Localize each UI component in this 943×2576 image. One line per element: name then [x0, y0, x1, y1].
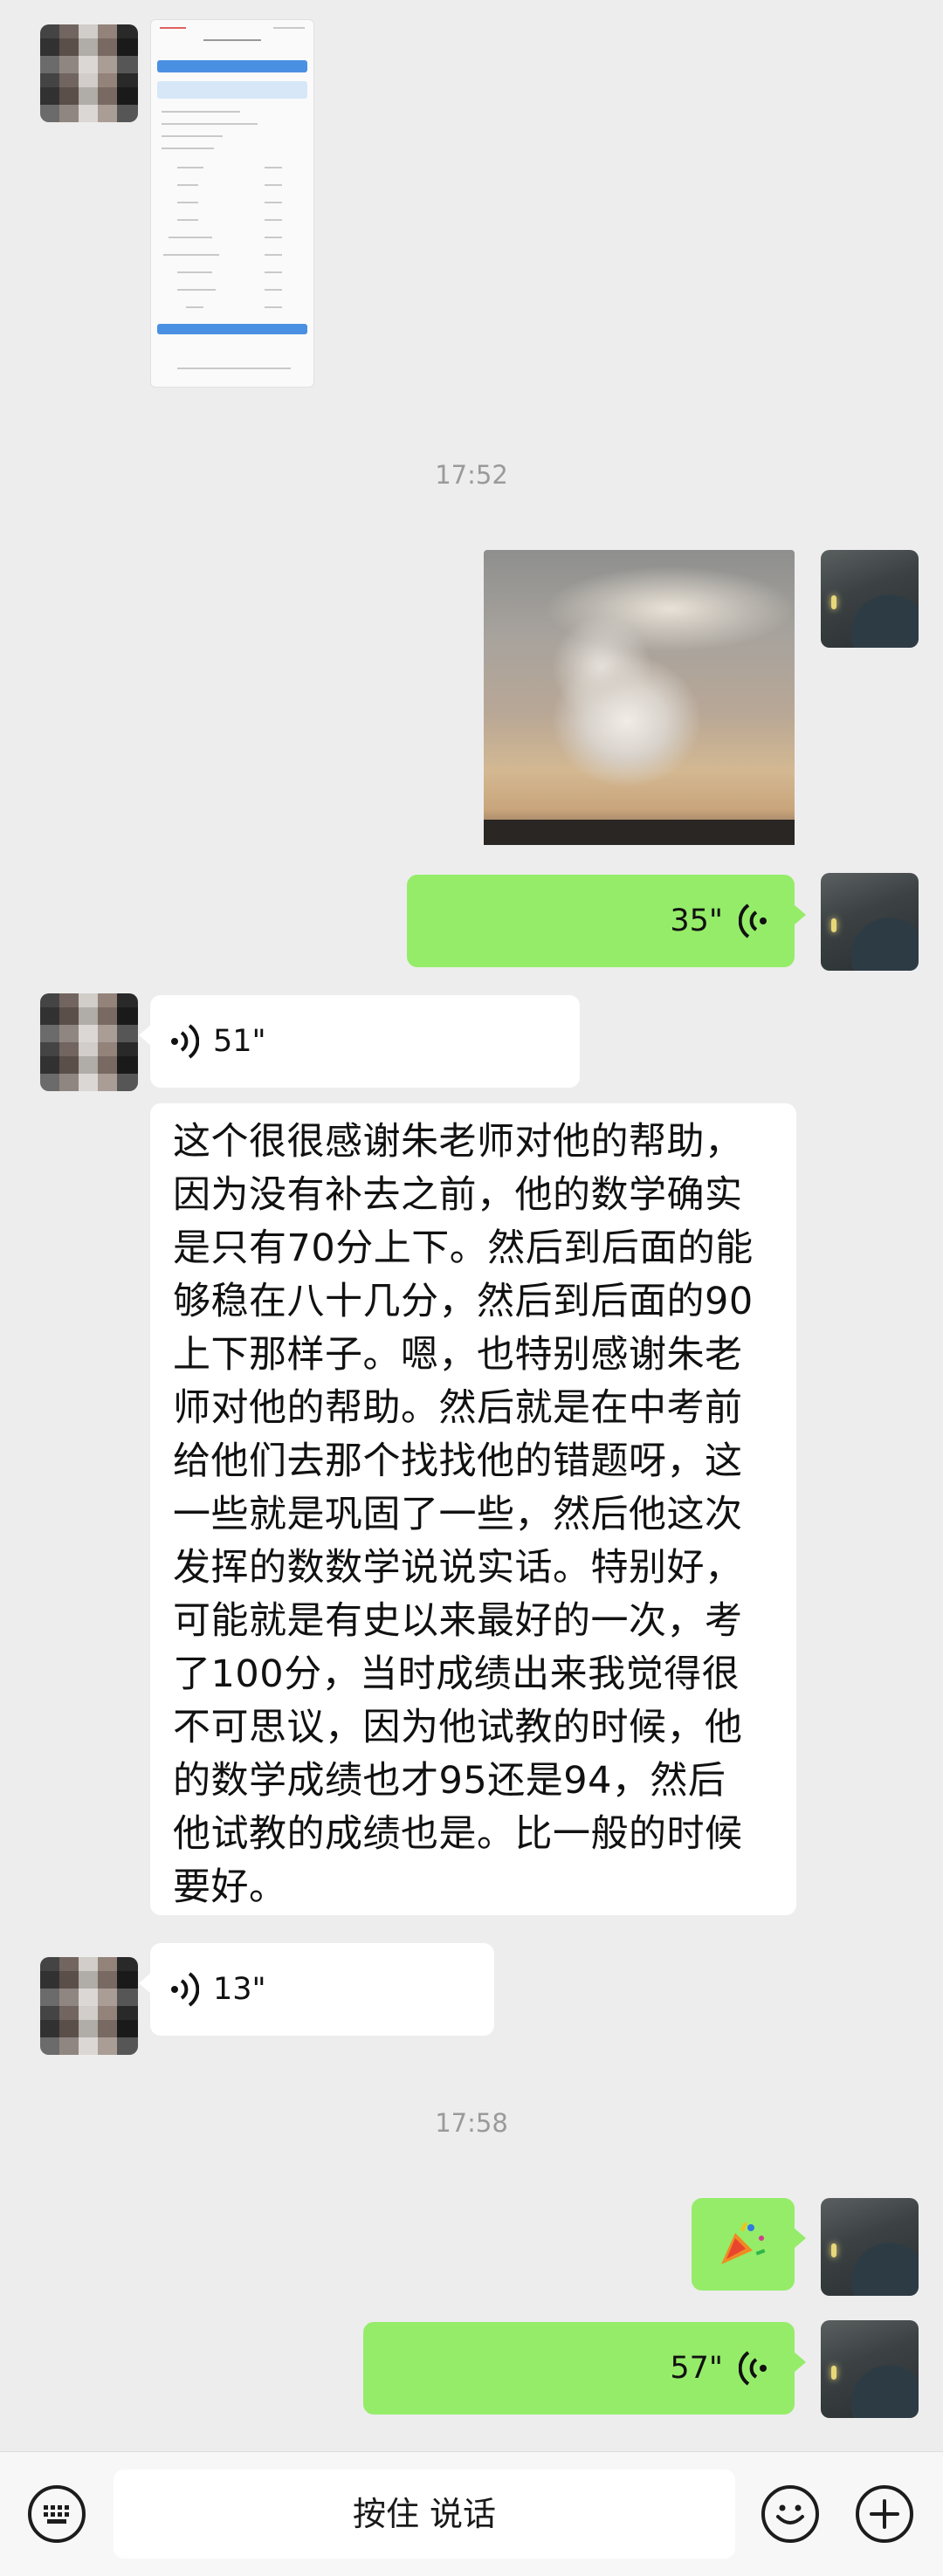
timestamp: 17:52 — [435, 460, 508, 490]
shared-screenshot-image[interactable] — [150, 19, 314, 388]
my-avatar[interactable] — [821, 2320, 919, 2418]
emoji-icon[interactable] — [761, 2485, 819, 2543]
voice-duration: 57" — [670, 2351, 723, 2386]
my-avatar[interactable] — [821, 550, 919, 648]
contact-avatar[interactable] — [40, 993, 138, 1091]
sent-photo[interactable] — [484, 550, 795, 845]
voice-transcription-text[interactable]: 这个很很感谢朱老师对他的帮助， 因为没有补去之前，他的数学确实 是只有70分上下… — [150, 1103, 796, 1915]
my-avatar[interactable] — [821, 873, 919, 971]
voice-wave-icon — [171, 1024, 199, 1059]
voice-message-sent[interactable]: 35" — [407, 875, 806, 967]
contact-avatar[interactable] — [40, 24, 138, 122]
photo-rooftops — [484, 803, 795, 845]
keyboard-icon[interactable] — [28, 2485, 86, 2543]
my-avatar[interactable] — [821, 2198, 919, 2296]
voice-message-received[interactable]: 13" — [139, 1943, 494, 2036]
party-popper-icon — [721, 2222, 766, 2264]
timestamp: 17:58 — [435, 2108, 508, 2138]
voice-wave-icon — [171, 1972, 199, 2007]
voice-duration: 35" — [670, 903, 723, 938]
hold-to-talk-button[interactable]: 按住 说话 — [114, 2470, 735, 2559]
voice-duration: 51" — [213, 1024, 266, 1059]
voice-wave-icon — [739, 903, 767, 938]
chat-input-bar: 按住 说话 — [0, 2451, 943, 2576]
voice-wave-icon — [739, 2351, 767, 2386]
voice-message-sent[interactable]: 57" — [363, 2322, 806, 2415]
contact-avatar[interactable] — [40, 1957, 138, 2055]
hold-to-talk-label: 按住 说话 — [352, 2495, 497, 2533]
plus-icon[interactable] — [856, 2485, 913, 2543]
voice-message-received[interactable]: 51" — [139, 995, 580, 1088]
voice-duration: 13" — [213, 1972, 266, 2007]
transcription-content: 这个很很感谢朱老师对他的帮助， 因为没有补去之前，他的数学确实 是只有70分上下… — [173, 1120, 754, 1909]
sticker-message-sent[interactable] — [692, 2198, 806, 2291]
